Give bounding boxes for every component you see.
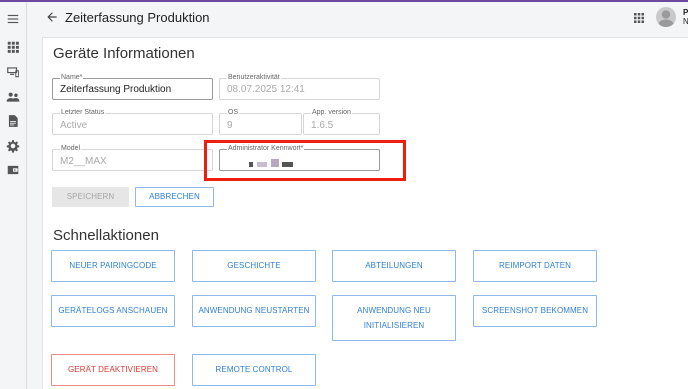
reinitialize-app-label-line1: ANWENDUNG NEU [357,305,431,315]
history-button[interactable]: GESCHICHTE [192,250,316,282]
apps-grid-icon[interactable] [6,40,20,54]
app-header: Zeiterfassung Produktion P N [28,2,688,35]
app-version-field: App. version 1.6.5 [303,109,380,135]
cancel-button[interactable]: ABBRECHEN [135,187,214,207]
os-value: 9 [227,120,233,131]
back-arrow-icon[interactable] [45,10,59,24]
people-icon[interactable] [6,90,20,104]
model-label: Model [60,145,82,152]
reinitialize-app-label-line2: INITIALISIEREN [363,320,425,330]
user-activity-field: Benutzeraktivität 08.07.2025 12:41 [219,74,380,100]
app-version-value: 1.6.5 [311,120,334,131]
sidebar [0,2,27,389]
name-field[interactable]: Name* Zeiterfassung Produktion [52,74,213,100]
name-value: Zeiterfassung Produktion [60,84,172,95]
last-status-value: Active [60,120,88,131]
page-title: Zeiterfassung Produktion [65,10,210,25]
departments-button[interactable]: ABTEILUNGEN [332,250,456,282]
app-version-label: App. version [311,109,352,116]
user-activity-value: 08.07.2025 12:41 [227,84,305,95]
wallet-icon[interactable] [6,163,20,177]
reimport-data-button[interactable]: REIMPORT DATEN [473,250,597,282]
user-name-truncated: P N [683,8,688,26]
document-icon[interactable] [6,114,20,128]
model-value: M2__MAX [60,156,107,167]
avatar[interactable] [656,7,676,27]
admin-password-label: Administrator Kennwort* [227,145,305,152]
os-field: OS 9 [219,109,302,135]
name-label: Name* [60,74,84,81]
reinitialize-app-button[interactable]: ANWENDUNG NEU INITIALISIEREN [332,295,456,341]
last-status-label: Letzter Status [60,109,106,116]
quick-actions-title: Schnellaktionen [53,227,159,244]
new-pairing-code-button[interactable]: NEUER PAIRINGCODE [51,250,175,282]
screenshot-button[interactable]: SCREENSHOT BEKOMMEN [473,295,597,327]
restart-app-button[interactable]: ANWENDUNG NEUSTARTEN [192,295,316,327]
gear-icon[interactable] [6,139,20,153]
last-status-field: Letzter Status Active [52,109,213,135]
save-button[interactable]: SPEICHERN [52,187,129,207]
device-logs-button[interactable]: GERÄTELOGS ANSCHAUEN [51,295,175,327]
menu-icon[interactable] [6,12,20,26]
user-activity-label: Benutzeraktivität [227,74,281,81]
remote-control-button[interactable]: REMOTE CONTROL [192,354,316,386]
devices-icon[interactable] [6,65,20,79]
os-label: OS [227,109,240,116]
apps-launcher-icon[interactable] [633,11,645,23]
device-info-title: Geräte Informationen [53,45,195,62]
model-field: Model M2__MAX [52,145,213,171]
deactivate-device-button[interactable]: GERÄT DEAKTIVIEREN [51,354,175,386]
